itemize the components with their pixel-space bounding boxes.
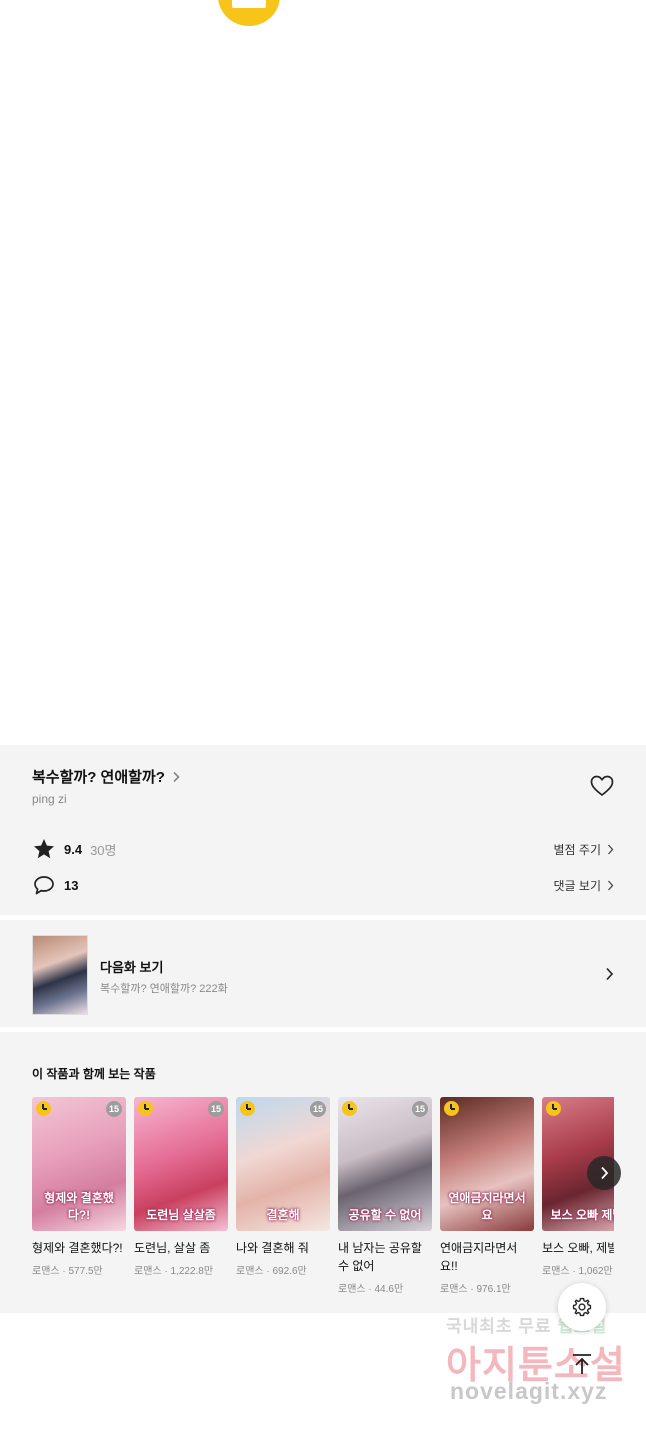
episode-info-panel: 복수할까? 연애할까? ping zi 9.4 30명 별점 주기 13 댓글 <box>0 745 646 1313</box>
header-logo[interactable] <box>0 0 646 40</box>
chevron-right-icon <box>608 844 614 854</box>
recommendation-meta: 로맨스 · 44.6만 <box>338 1284 404 1295</box>
cover-title-art: 결혼해 <box>266 1208 300 1222</box>
recommendation-title: 나와 결혼해 줘 <box>236 1241 309 1255</box>
recommendation-cover: 15 형제와 결혼했다?! <box>32 1097 126 1231</box>
recommendation-title: 연애금지라면서요!! <box>440 1241 518 1273</box>
next-episode-label: 다음화 보기 <box>100 960 164 975</box>
comment-count: 13 <box>64 877 79 893</box>
heart-icon[interactable] <box>589 773 615 799</box>
comment-row: 13 댓글 보기 <box>32 873 614 897</box>
recommendations-carousel: 15 형제와 결혼했다?! 형제와 결혼했다?! 로맨스 · 577.5만 15 도련님 … <box>32 1097 614 1313</box>
comment-icon <box>34 876 54 895</box>
age-rating-badge: 15 <box>412 1101 428 1117</box>
wait-free-clock-icon <box>444 1101 459 1116</box>
series-info-section: 복수할까? 연애할까? ping zi 9.4 30명 별점 주기 13 댓글 <box>0 745 646 915</box>
viewer-settings-button[interactable] <box>558 1283 606 1331</box>
cover-title-art: 보스 오빠 제발! <box>550 1208 614 1222</box>
next-episode-subtitle: 복수할까? 연애할까? 222화 <box>100 983 228 995</box>
recommendation-item[interactable]: 15 결혼해나와 결혼해 줘로맨스 · 692.6만 <box>236 1097 330 1277</box>
recommendation-item[interactable]: 15 형제와 결혼했다?! 형제와 결혼했다?! 로맨스 · 577.5만 <box>32 1097 126 1277</box>
chevron-right-icon <box>173 771 180 782</box>
wait-free-clock-icon <box>36 1101 51 1116</box>
recommendation-meta: 로맨스 · 692.6만 <box>236 1266 307 1277</box>
wait-free-clock-icon <box>342 1101 357 1116</box>
chevron-right-icon <box>600 1166 608 1180</box>
recommendation-meta: 로맨스 · 1,222.8만 <box>134 1266 214 1277</box>
recommendation-meta: 로맨스 · 577.5만 <box>32 1266 103 1277</box>
recommendation-cover: 15 결혼해 <box>236 1097 330 1231</box>
view-comments-button[interactable]: 댓글 보기 <box>554 877 615 894</box>
chevron-right-icon <box>608 880 614 890</box>
chevron-right-icon <box>606 967 614 981</box>
watermark-url: novelagit.xyz <box>450 1378 608 1404</box>
site-watermark: 국내최초 무료 웹소설 아지툰소설 novelagit.xyz <box>446 1312 626 1412</box>
wait-free-clock-icon <box>240 1101 255 1116</box>
carousel-next-button[interactable] <box>587 1156 621 1190</box>
cover-title-art: 공유할 수 없어 <box>348 1208 422 1222</box>
series-title-link[interactable]: 복수할까? 연애할까? <box>32 766 181 787</box>
recommendation-item[interactable]: 15 공유할 수 없어내 남자는 공유할 수 없어로맨스 · 44.6만 <box>338 1097 432 1295</box>
series-title: 복수할까? 연애할까? <box>32 769 165 786</box>
scroll-to-top-icon[interactable] <box>571 1352 593 1376</box>
gear-icon <box>572 1297 592 1317</box>
wait-free-clock-icon <box>546 1101 561 1116</box>
recommendation-item[interactable]: 15 도련님 살살좀도련님, 살살 좀로맨스 · 1,222.8만 <box>134 1097 228 1277</box>
rating-score: 9.4 <box>64 841 83 857</box>
wait-free-clock-icon <box>138 1101 153 1116</box>
view-comments-label: 댓글 보기 <box>553 878 602 893</box>
age-rating-badge: 15 <box>310 1101 326 1117</box>
recommendation-cover: 15 도련님 살살좀 <box>134 1097 228 1231</box>
recommendation-title: 도련님, 살살 좀 <box>134 1241 211 1255</box>
rate-button-label: 별점 주기 <box>553 842 602 857</box>
next-episode-card[interactable]: 다음화 보기 복수할까? 연애할까? 222화 <box>0 920 646 1027</box>
rating-count: 30명 <box>90 842 117 858</box>
recommendation-cover: 연애금지라면서요 <box>440 1097 534 1231</box>
rating-row: 9.4 30명 별점 주기 <box>32 837 614 861</box>
recommendation-meta: 로맨스 · 1,062만 <box>542 1266 613 1277</box>
series-author: ping zi <box>32 792 67 806</box>
recommendation-title: 내 남자는 공유할 수 없어 <box>338 1241 422 1273</box>
recommendation-title: 보스 오빠, 제발 <box>542 1241 614 1255</box>
logo-badge-icon <box>218 0 280 26</box>
cover-title-art: 연애금지라면서요 <box>448 1191 526 1222</box>
age-rating-badge: 15 <box>208 1101 224 1117</box>
recommendation-meta: 로맨스 · 976.1만 <box>440 1284 511 1295</box>
recommendation-item[interactable]: 연애금지라면서요연애금지라면서요!! 로맨스 · 976.1만 <box>440 1097 534 1295</box>
star-icon <box>34 839 54 859</box>
cover-title-art: 형제와 결혼했다?! <box>44 1191 114 1222</box>
rate-button[interactable]: 별점 주기 <box>554 841 615 858</box>
recommendations-section: 이 작품과 함께 보는 작품 15 형제와 결혼했다?! 형제와 결혼했다?! 로맨스… <box>0 1032 646 1313</box>
cover-title-art: 도련님 살살좀 <box>146 1208 216 1222</box>
next-episode-thumbnail <box>32 935 88 1015</box>
recommendation-cover: 15 공유할 수 없어 <box>338 1097 432 1231</box>
recommendations-heading: 이 작품과 함께 보는 작품 <box>32 1067 156 1081</box>
age-rating-badge: 15 <box>106 1101 122 1117</box>
recommendation-title: 형제와 결혼했다?! <box>32 1241 123 1255</box>
